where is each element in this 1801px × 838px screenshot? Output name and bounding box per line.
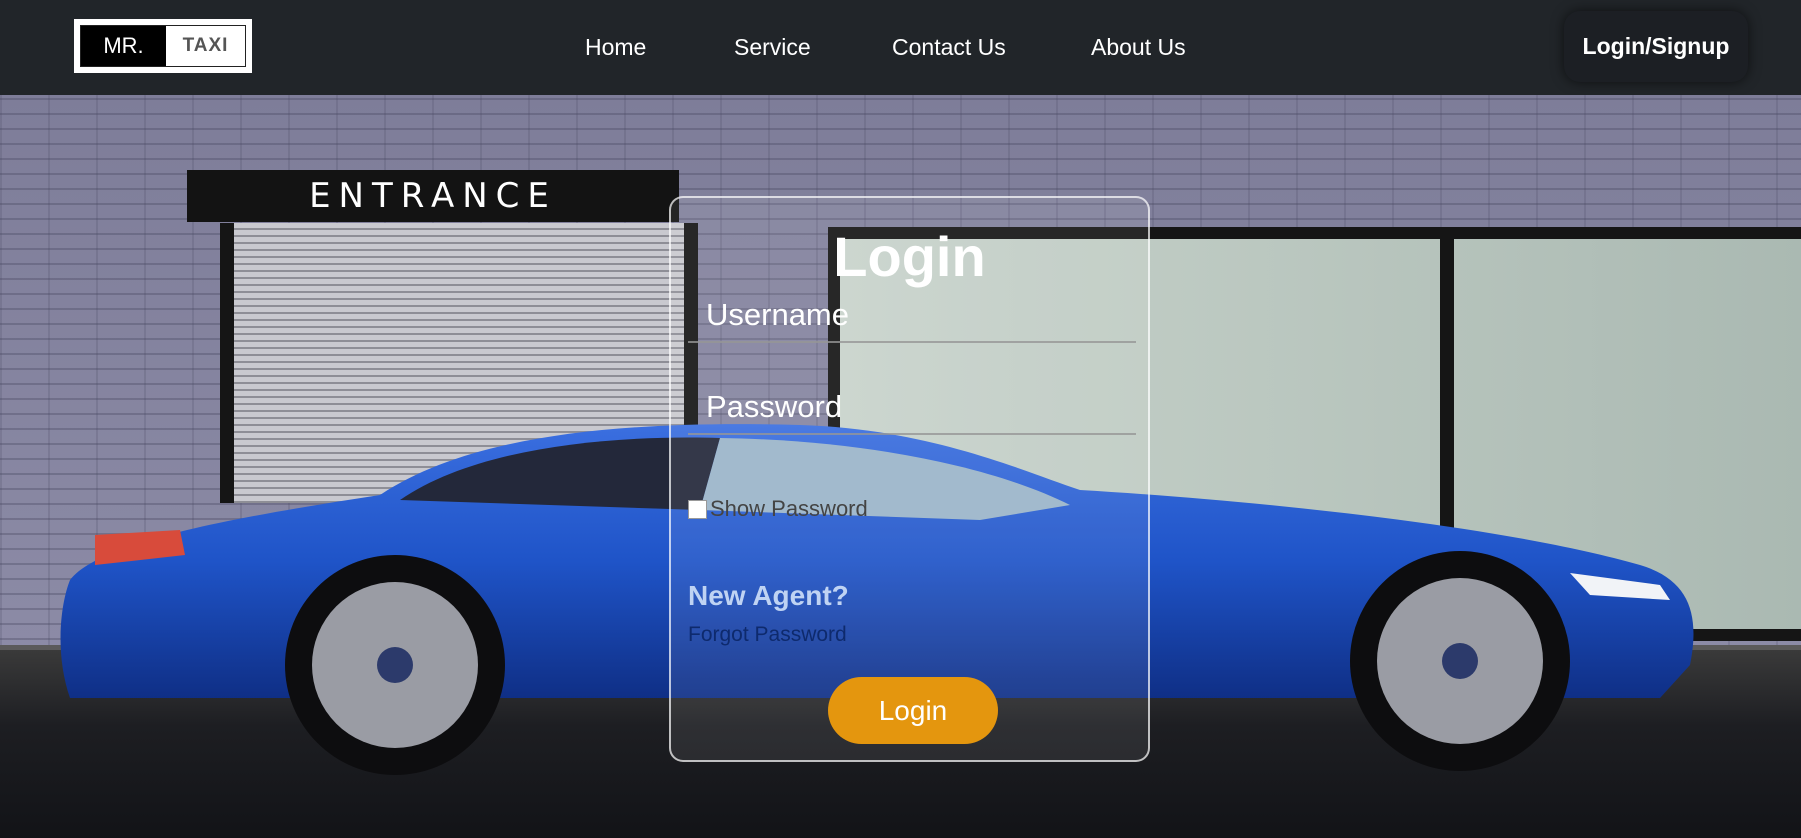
show-password-toggle[interactable]: Show Password	[688, 496, 868, 522]
forgot-password-link[interactable]: Forgot Password	[688, 623, 847, 647]
nav-home-link[interactable]: Home	[585, 34, 646, 61]
nav-links: Home Service Contact Us About Us	[0, 0, 1801, 95]
login-title: Login	[833, 225, 986, 288]
navbar: MR. TAXI Home Service Contact Us About U…	[0, 0, 1801, 95]
username-field[interactable]: Username	[688, 295, 1136, 343]
password-placeholder: Password	[706, 389, 843, 424]
password-field[interactable]: Password	[688, 387, 1136, 435]
login-submit-button[interactable]: Login	[828, 677, 998, 744]
login-card: Login Username Password Show Password Ne…	[669, 196, 1150, 762]
login-signup-button[interactable]: Login/Signup	[1564, 11, 1748, 82]
show-password-label: Show Password	[710, 496, 868, 521]
show-password-checkbox[interactable]	[688, 499, 707, 519]
nav-contact-link[interactable]: Contact Us	[892, 34, 1006, 61]
username-placeholder: Username	[706, 297, 849, 332]
nav-about-link[interactable]: About Us	[1091, 34, 1186, 61]
new-agent-link[interactable]: New Agent?	[688, 580, 849, 612]
nav-service-link[interactable]: Service	[734, 34, 811, 61]
